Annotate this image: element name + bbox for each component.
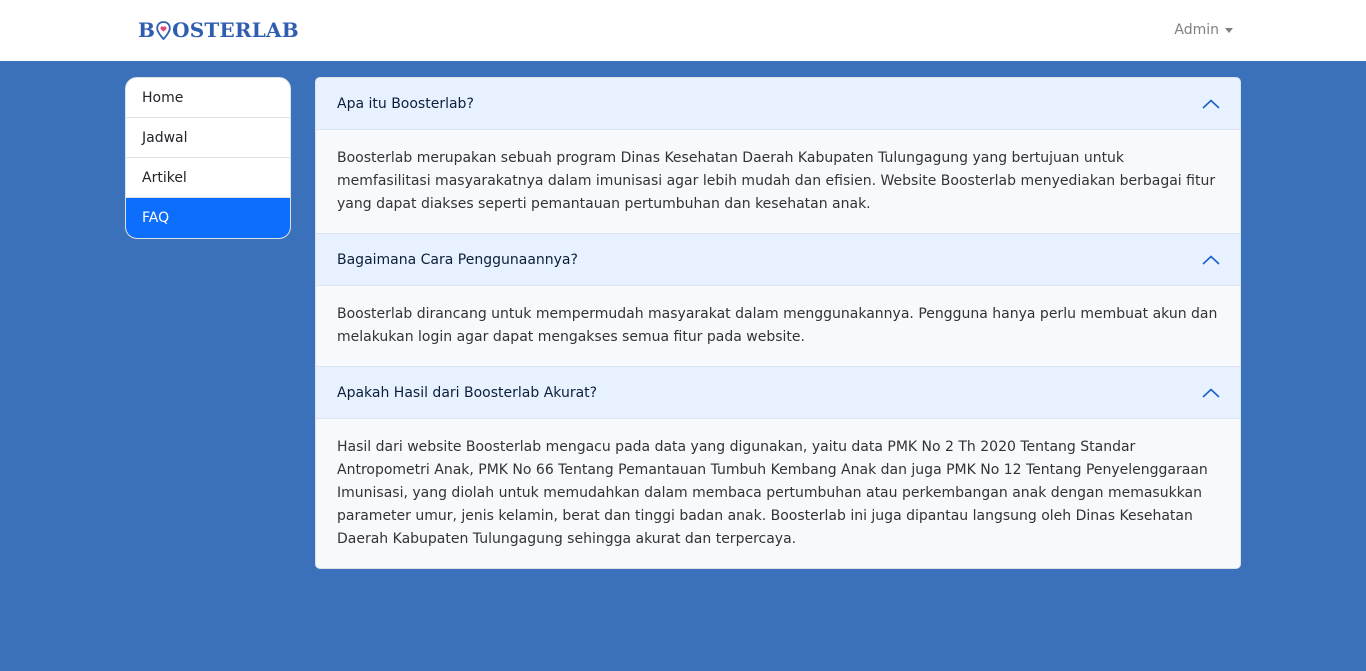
brand-logo[interactable]: B OSTERLAB xyxy=(138,16,299,44)
faq-question: Apakah Hasil dari Boosterlab Akurat? xyxy=(337,384,598,401)
sidebar-item-label: Artikel xyxy=(142,169,187,186)
sidebar-item-home[interactable]: Home xyxy=(126,78,290,118)
faq-item: Apakah Hasil dari Boosterlab Akurat? Has… xyxy=(316,367,1240,568)
chevron-up-icon xyxy=(1202,98,1220,109)
chevron-up-icon xyxy=(1202,387,1220,398)
sidebar-item-label: Jadwal xyxy=(142,129,188,146)
sidebar-item-label: FAQ xyxy=(142,210,170,226)
faq-question: Bagaimana Cara Penggunaannya? xyxy=(337,251,578,268)
faq-item: Bagaimana Cara Penggunaannya? Boosterlab… xyxy=(316,234,1240,367)
admin-label: Admin xyxy=(1174,22,1219,38)
faq-question-button[interactable]: Apa itu Boosterlab? xyxy=(316,78,1240,130)
admin-dropdown[interactable]: Admin xyxy=(1174,20,1233,40)
faq-question: Apa itu Boosterlab? xyxy=(337,95,474,112)
chevron-up-icon xyxy=(1202,254,1220,265)
top-navbar: B OSTERLAB Admin xyxy=(0,0,1366,61)
sidebar-item-artikel[interactable]: Artikel xyxy=(126,158,290,198)
location-pin-icon xyxy=(156,20,171,40)
faq-answer: Boosterlab merupakan sebuah program Dina… xyxy=(316,130,1240,234)
sidebar-menu: Home Jadwal Artikel FAQ xyxy=(125,77,291,239)
caret-down-icon xyxy=(1225,28,1233,33)
faq-accordion: Apa itu Boosterlab? Boosterlab merupakan… xyxy=(315,77,1241,569)
faq-question-button[interactable]: Apakah Hasil dari Boosterlab Akurat? xyxy=(316,367,1240,419)
brand-suffix: OSTERLAB xyxy=(172,18,299,42)
sidebar-item-jadwal[interactable]: Jadwal xyxy=(126,118,290,158)
sidebar-item-faq[interactable]: FAQ xyxy=(126,198,290,238)
brand-prefix: B xyxy=(138,18,156,42)
faq-item: Apa itu Boosterlab? Boosterlab merupakan… xyxy=(316,78,1240,234)
faq-answer: Boosterlab dirancang untuk mempermudah m… xyxy=(316,286,1240,367)
sidebar-item-label: Home xyxy=(142,89,184,106)
faq-question-button[interactable]: Bagaimana Cara Penggunaannya? xyxy=(316,234,1240,286)
faq-answer: Hasil dari website Boosterlab mengacu pa… xyxy=(316,419,1240,568)
